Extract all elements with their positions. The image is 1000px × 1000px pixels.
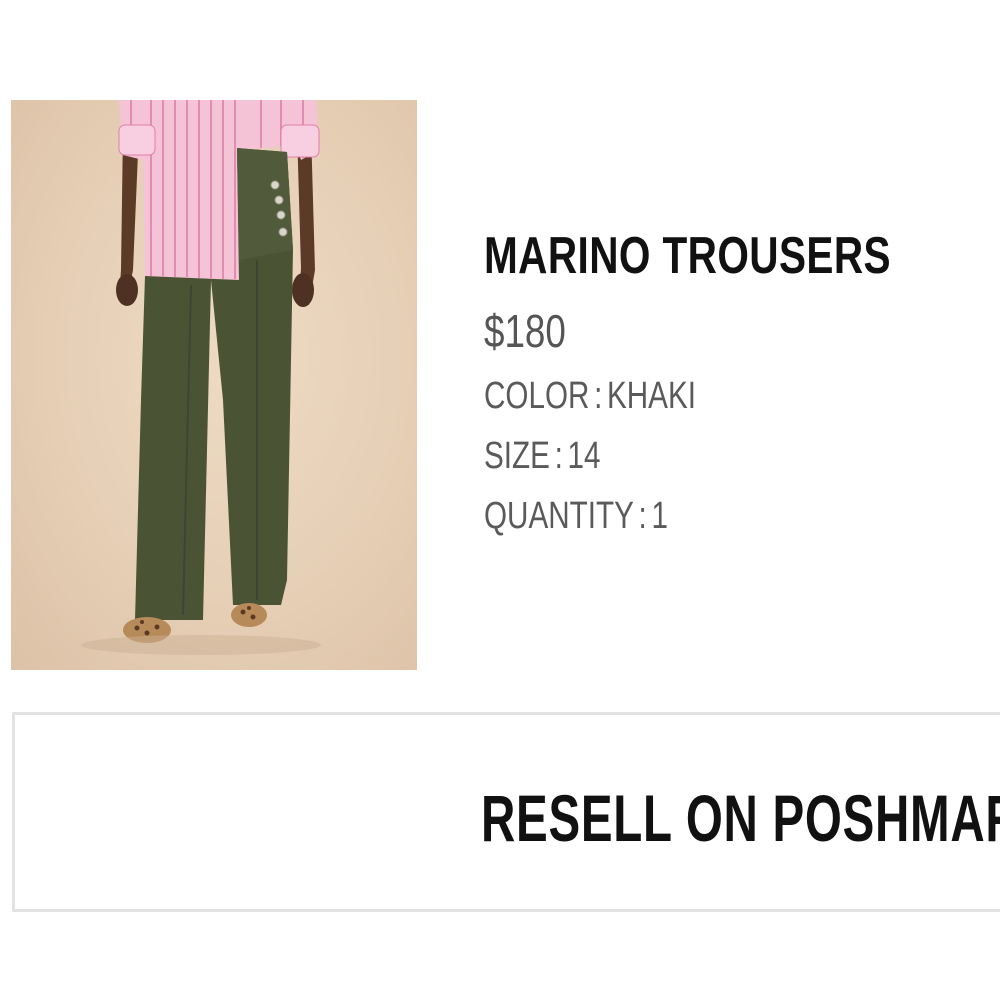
product-price: $180 — [484, 305, 566, 357]
product-details: MARINO TROUSERS $180 COLOR: KHAKI SIZE:14… — [484, 226, 984, 538]
product-image[interactable] — [11, 100, 417, 670]
product-color: COLOR: KHAKI — [484, 374, 874, 418]
product-size: SIZE:14 — [484, 434, 874, 478]
trousers-photo-illustration — [81, 100, 321, 655]
quantity-label: QUANTITY — [484, 495, 634, 537]
resell-on-poshmark-button[interactable]: RESELL ON POSHMARK — [12, 712, 1000, 912]
size-separator: : — [554, 435, 563, 477]
color-label: COLOR — [484, 375, 590, 417]
quantity-separator: : — [638, 495, 647, 537]
quantity-value: 1 — [651, 495, 668, 537]
size-label: SIZE — [484, 435, 550, 477]
product-name: MARINO TROUSERS — [484, 227, 891, 285]
color-value: KHAKI — [607, 375, 696, 417]
resell-button-label: RESELL ON POSHMARK — [481, 781, 1000, 855]
color-separator: : — [594, 375, 603, 417]
order-item-page: MARINO TROUSERS $180 COLOR: KHAKI SIZE:14… — [0, 0, 1000, 1000]
size-value: 14 — [567, 435, 601, 477]
product-quantity: QUANTITY:1 — [484, 494, 874, 538]
